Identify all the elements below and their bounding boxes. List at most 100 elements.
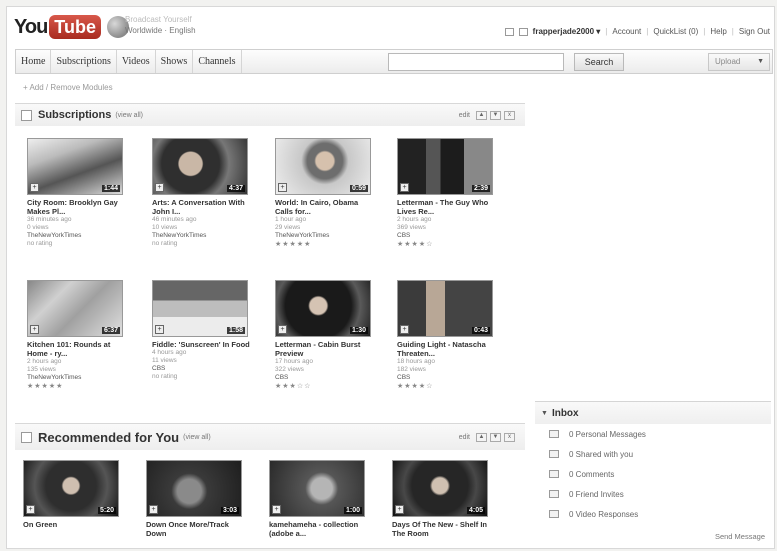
tab-channels[interactable]: Channels [193, 50, 242, 73]
video-channel[interactable]: CBS [397, 232, 497, 240]
video-views: 29 views [275, 224, 301, 231]
add-remove-modules-link[interactable]: + Add / Remove Modules [23, 83, 113, 92]
send-message-link[interactable]: Send Message [715, 532, 765, 541]
edit-module-link[interactable]: edit [459, 112, 470, 119]
video-thumbnail[interactable]: +1:44 [27, 138, 123, 195]
add-to-quicklist-icon[interactable]: + [30, 183, 39, 192]
video-channel[interactable]: TheNewYorkTimes [27, 374, 127, 382]
move-up-icon[interactable]: ▲ [476, 110, 487, 120]
video-title[interactable]: Letterman - The Guy Who Lives Re... [397, 198, 497, 216]
video-item[interactable]: +5:20 On Green [23, 460, 123, 529]
video-channel[interactable]: TheNewYorkTimes [27, 232, 127, 240]
add-to-quicklist-icon[interactable]: + [155, 183, 164, 192]
video-item[interactable]: +1:30 Letterman - Cabin Burst Preview 17… [275, 280, 375, 391]
add-to-quicklist-icon[interactable]: + [400, 325, 409, 334]
locale-selector[interactable]: Broadcast Yourself Worldwide · English [125, 14, 196, 36]
video-title[interactable]: Down Once More/Track Down [146, 520, 246, 538]
collapse-triangle-icon[interactable]: ▼ [541, 410, 548, 417]
inbox-header[interactable]: ▼ Inbox [535, 402, 771, 424]
inbox-comments[interactable]: 0 Comments [535, 464, 771, 484]
video-thumbnail[interactable]: +3:03 [146, 460, 242, 517]
video-thumbnail[interactable]: +0:43 [397, 280, 493, 337]
add-to-quicklist-icon[interactable]: + [400, 183, 409, 192]
envelope-icon [549, 430, 559, 438]
video-item[interactable]: +0:43 Guiding Light - Natascha Threaten.… [397, 280, 497, 391]
close-icon[interactable]: x [504, 110, 515, 120]
tab-home[interactable]: Home [16, 50, 52, 73]
add-to-quicklist-icon[interactable]: + [278, 183, 287, 192]
video-title[interactable]: World: In Cairo, Obama Calls for... [275, 198, 375, 216]
video-title[interactable]: On Green [23, 520, 123, 529]
tab-subscriptions[interactable]: Subscriptions [51, 50, 117, 73]
add-to-quicklist-icon[interactable]: + [155, 325, 164, 334]
video-age: 17 hours ago [275, 358, 313, 365]
youtube-logo[interactable]: You Tube [14, 15, 129, 39]
search-input[interactable] [388, 53, 564, 71]
add-to-quicklist-icon[interactable]: + [278, 325, 287, 334]
add-to-quicklist-icon[interactable]: + [272, 505, 281, 514]
video-title[interactable]: Kitchen 101: Rounds at Home - ry... [27, 340, 127, 358]
video-views: 182 views [397, 366, 426, 373]
video-title[interactable]: City Room: Brooklyn Gay Makes Pl... [27, 198, 127, 216]
video-channel[interactable]: CBS [275, 374, 375, 382]
video-item[interactable]: +3:03 Down Once More/Track Down [146, 460, 246, 538]
video-item[interactable]: +4:05 Days Of The New - Shelf In The Roo… [392, 460, 492, 538]
video-channel[interactable]: TheNewYorkTimes [152, 232, 252, 240]
video-title[interactable]: Guiding Light - Natascha Threaten... [397, 340, 497, 358]
video-rating: no rating [27, 240, 53, 247]
username-menu[interactable]: frapperjade2000 ▾ [533, 27, 601, 36]
video-thumbnail[interactable]: +1:30 [275, 280, 371, 337]
video-thumbnail[interactable]: +0:59 [275, 138, 371, 195]
video-title[interactable]: Arts: A Conversation With John I... [152, 198, 252, 216]
video-age: 2 hours ago [27, 358, 62, 365]
video-item[interactable]: +0:59 World: In Cairo, Obama Calls for..… [275, 138, 375, 249]
move-up-icon[interactable]: ▲ [476, 432, 487, 442]
video-thumbnail[interactable]: +5:20 [23, 460, 119, 517]
video-title[interactable]: Letterman - Cabin Burst Preview [275, 340, 375, 358]
video-channel[interactable]: CBS [152, 365, 252, 373]
video-item[interactable]: +6:37 Kitchen 101: Rounds at Home - ry..… [27, 280, 127, 391]
video-thumbnail[interactable]: +1:58 [152, 280, 248, 337]
add-to-quicklist-icon[interactable]: + [30, 325, 39, 334]
add-to-quicklist-icon[interactable]: + [149, 505, 158, 514]
contacts-icon[interactable] [518, 27, 528, 36]
recommended-view-all[interactable]: (view all) [183, 434, 211, 441]
video-item[interactable]: +1:44 City Room: Brooklyn Gay Makes Pl..… [27, 138, 127, 248]
video-channel[interactable]: CBS [397, 374, 497, 382]
close-icon[interactable]: x [504, 432, 515, 442]
account-link[interactable]: Account [612, 27, 641, 36]
video-thumbnail[interactable]: +2:39 [397, 138, 493, 195]
video-title[interactable]: kamehameha - collection (adobe a... [269, 520, 369, 538]
inbox-friend-invites[interactable]: 0 Friend Invites [535, 484, 771, 504]
inbox-personal-messages[interactable]: 0 Personal Messages [535, 424, 771, 444]
add-to-quicklist-icon[interactable]: + [395, 505, 404, 514]
tab-shows[interactable]: Shows [156, 50, 194, 73]
tab-videos[interactable]: Videos [117, 50, 156, 73]
video-thumbnail[interactable]: +1:00 [269, 460, 365, 517]
video-views: 369 views [397, 224, 426, 231]
quicklist-link[interactable]: QuickList (0) [653, 27, 698, 36]
video-item[interactable]: +2:39 Letterman - The Guy Who Lives Re..… [397, 138, 497, 249]
search-button[interactable]: Search [574, 53, 624, 71]
star-rating: ★★★★☆ [397, 241, 434, 248]
upload-button[interactable]: Upload ▼ [708, 53, 770, 71]
video-title[interactable]: Days Of The New - Shelf In The Room [392, 520, 492, 538]
add-to-quicklist-icon[interactable]: + [26, 505, 35, 514]
sign-out-link[interactable]: Sign Out [739, 27, 770, 36]
move-down-icon[interactable]: ▼ [490, 110, 501, 120]
edit-module-link[interactable]: edit [459, 434, 470, 441]
video-thumbnail[interactable]: +4:05 [392, 460, 488, 517]
move-down-icon[interactable]: ▼ [490, 432, 501, 442]
video-item[interactable]: +1:00 kamehameha - collection (adobe a..… [269, 460, 369, 538]
video-channel[interactable]: TheNewYorkTimes [275, 232, 375, 240]
video-item[interactable]: +4:37 Arts: A Conversation With John I..… [152, 138, 252, 248]
inbox-icon[interactable] [504, 27, 514, 36]
subscriptions-view-all[interactable]: (view all) [115, 112, 143, 119]
inbox-video-responses[interactable]: 0 Video Responses [535, 504, 771, 524]
video-title[interactable]: Fiddle: 'Sunscreen' In Food [152, 340, 252, 349]
video-thumbnail[interactable]: +6:37 [27, 280, 123, 337]
video-item[interactable]: +1:58 Fiddle: 'Sunscreen' In Food 4 hour… [152, 280, 252, 381]
help-link[interactable]: Help [710, 27, 726, 36]
video-thumbnail[interactable]: +4:37 [152, 138, 248, 195]
inbox-shared[interactable]: 0 Shared with you [535, 444, 771, 464]
